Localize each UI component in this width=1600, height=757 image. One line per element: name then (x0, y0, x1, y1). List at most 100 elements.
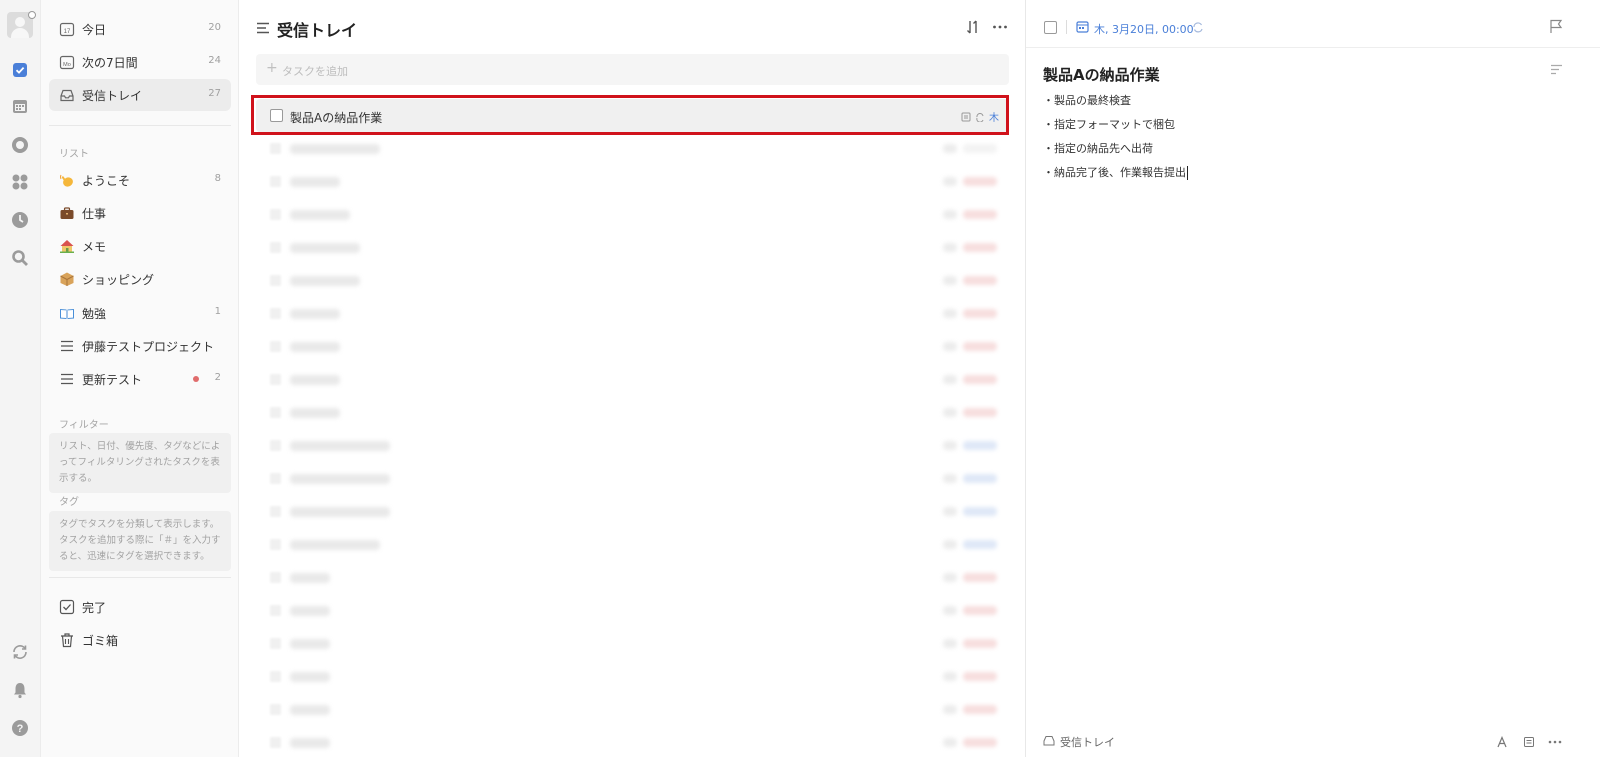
sidebar-item-label: 勉強 (82, 307, 107, 321)
sidebar-item-inbox[interactable]: 受信トレイ 27 (49, 79, 231, 111)
task-checkbox[interactable] (270, 737, 281, 748)
task-row[interactable] (256, 165, 1009, 198)
obscured-task-icon (943, 573, 957, 582)
task-row[interactable] (256, 528, 1009, 561)
task-checkbox[interactable] (270, 176, 281, 187)
sidebar-item-today[interactable]: 17 今日 20 (49, 13, 231, 45)
task-row[interactable] (256, 330, 1009, 363)
task-row[interactable] (256, 231, 1009, 264)
task-row[interactable] (256, 561, 1009, 594)
font-format-icon[interactable] (1496, 736, 1508, 748)
task-row-selected[interactable]: 製品Aの納品作業 木 (256, 99, 1009, 132)
task-checkbox[interactable] (270, 440, 281, 451)
repeat-icon[interactable] (1192, 21, 1204, 33)
obscured-task-date (963, 342, 997, 351)
task-checkbox[interactable] (270, 506, 281, 517)
task-checkbox[interactable] (270, 209, 281, 220)
sidebar-item-trash[interactable]: ゴミ箱 (49, 624, 231, 656)
sidebar-item-shopping[interactable]: ショッピング (49, 263, 231, 295)
task-checkbox-nav-icon[interactable] (10, 60, 30, 80)
task-checkbox[interactable] (270, 671, 281, 682)
sync-icon[interactable] (10, 642, 30, 662)
task-checkbox[interactable] (270, 143, 281, 154)
lists-section-title: リスト (59, 149, 89, 160)
detail-task-title[interactable]: 製品Aの納品作業 (1043, 64, 1160, 85)
sidebar-item-count: 8 (214, 173, 221, 184)
task-row[interactable] (256, 264, 1009, 297)
task-row[interactable] (256, 396, 1009, 429)
task-checkbox[interactable] (270, 374, 281, 385)
search-nav-icon[interactable] (10, 248, 30, 268)
task-list-pane: 受信トレイ + タスクを追加 製品Aの納品作業 木 (240, 0, 1025, 757)
task-row[interactable] (256, 693, 1009, 726)
detail-list-name[interactable]: 受信トレイ (1060, 734, 1115, 750)
task-checkbox[interactable] (270, 275, 281, 286)
help-icon[interactable]: ? (10, 718, 30, 738)
task-row[interactable] (256, 594, 1009, 627)
filters-hint: リスト、日付、優先度、タグなどによってフィルタリングされたタスクを表示する。 (49, 433, 231, 493)
task-row[interactable] (256, 462, 1009, 495)
focus-timer-nav-icon[interactable] (10, 135, 30, 155)
description-line-editing[interactable]: ・納品完了後、作業報告提出 (1043, 164, 1188, 180)
task-row[interactable] (256, 198, 1009, 231)
task-row[interactable] (256, 429, 1009, 462)
calendar-icon[interactable] (1076, 20, 1089, 33)
task-row[interactable] (256, 495, 1009, 528)
obscured-task-title (290, 606, 330, 616)
task-row[interactable] (256, 297, 1009, 330)
divider (49, 125, 231, 126)
obscured-task-icon (943, 507, 957, 516)
obscured-task-icon (943, 474, 957, 483)
text-format-icon[interactable] (1550, 64, 1563, 75)
task-row[interactable] (256, 726, 1009, 757)
description-line[interactable]: ・製品の最終検査 (1043, 92, 1131, 108)
obscured-task-icon (943, 672, 957, 681)
unread-dot (193, 376, 199, 382)
sidebar-item-completed[interactable]: 完了 (49, 591, 231, 623)
task-checkbox[interactable] (270, 341, 281, 352)
more-icon[interactable] (1548, 738, 1562, 746)
task-checkbox[interactable] (270, 572, 281, 583)
task-checkbox[interactable] (270, 704, 281, 715)
obscured-task-date (963, 276, 997, 285)
task-checkbox[interactable] (270, 473, 281, 484)
detail-task-checkbox[interactable] (1044, 21, 1057, 34)
clock-nav-icon[interactable] (10, 210, 30, 230)
obscured-task-icon (943, 144, 957, 153)
task-checkbox[interactable] (270, 109, 283, 122)
task-row[interactable] (256, 132, 1009, 165)
task-checkbox[interactable] (270, 308, 281, 319)
sidebar-item-ito-test-project[interactable]: 伊藤テストプロジェクト (49, 330, 231, 362)
due-date[interactable]: 木, 3月20日, 00:00 (1094, 21, 1194, 37)
task-checkbox[interactable] (270, 407, 281, 418)
sidebar-item-welcome[interactable]: ようこそ 8 (49, 164, 231, 196)
app-rail: ? (0, 0, 41, 757)
task-row[interactable] (256, 363, 1009, 396)
task-checkbox[interactable] (270, 605, 281, 616)
add-task-input[interactable]: + タスクを追加 (256, 54, 1009, 85)
description-line[interactable]: ・指定の納品先へ出荷 (1043, 140, 1153, 156)
task-checkbox[interactable] (270, 242, 281, 253)
sidebar-item-work[interactable]: 仕事 (49, 197, 231, 229)
task-row[interactable] (256, 627, 1009, 660)
task-row[interactable] (256, 660, 1009, 693)
obscured-task-title (290, 210, 350, 220)
house-icon (60, 240, 74, 253)
task-checkbox[interactable] (270, 539, 281, 550)
bell-icon[interactable] (10, 680, 30, 700)
habit-nav-icon[interactable] (10, 172, 30, 192)
obscured-task-title (290, 441, 390, 451)
obscured-task-title (290, 375, 340, 385)
sidebar-item-next-7-days[interactable]: Mo 次の7日間 24 (49, 46, 231, 78)
sidebar-item-update-test[interactable]: 更新テスト 2 (49, 363, 231, 395)
calendar-nav-icon[interactable] (10, 96, 30, 116)
note-toggle-icon[interactable] (1523, 736, 1535, 748)
task-checkbox[interactable] (270, 638, 281, 649)
flag-icon[interactable] (1549, 19, 1563, 34)
menu-toggle-icon[interactable] (256, 21, 270, 35)
description-line[interactable]: ・指定フォーマットで梱包 (1043, 116, 1175, 132)
sidebar-item-memo[interactable]: メモ (49, 230, 231, 262)
sort-icon[interactable] (966, 20, 980, 34)
sidebar-item-study[interactable]: 勉強 1 (49, 297, 231, 329)
more-icon[interactable] (992, 20, 1008, 34)
